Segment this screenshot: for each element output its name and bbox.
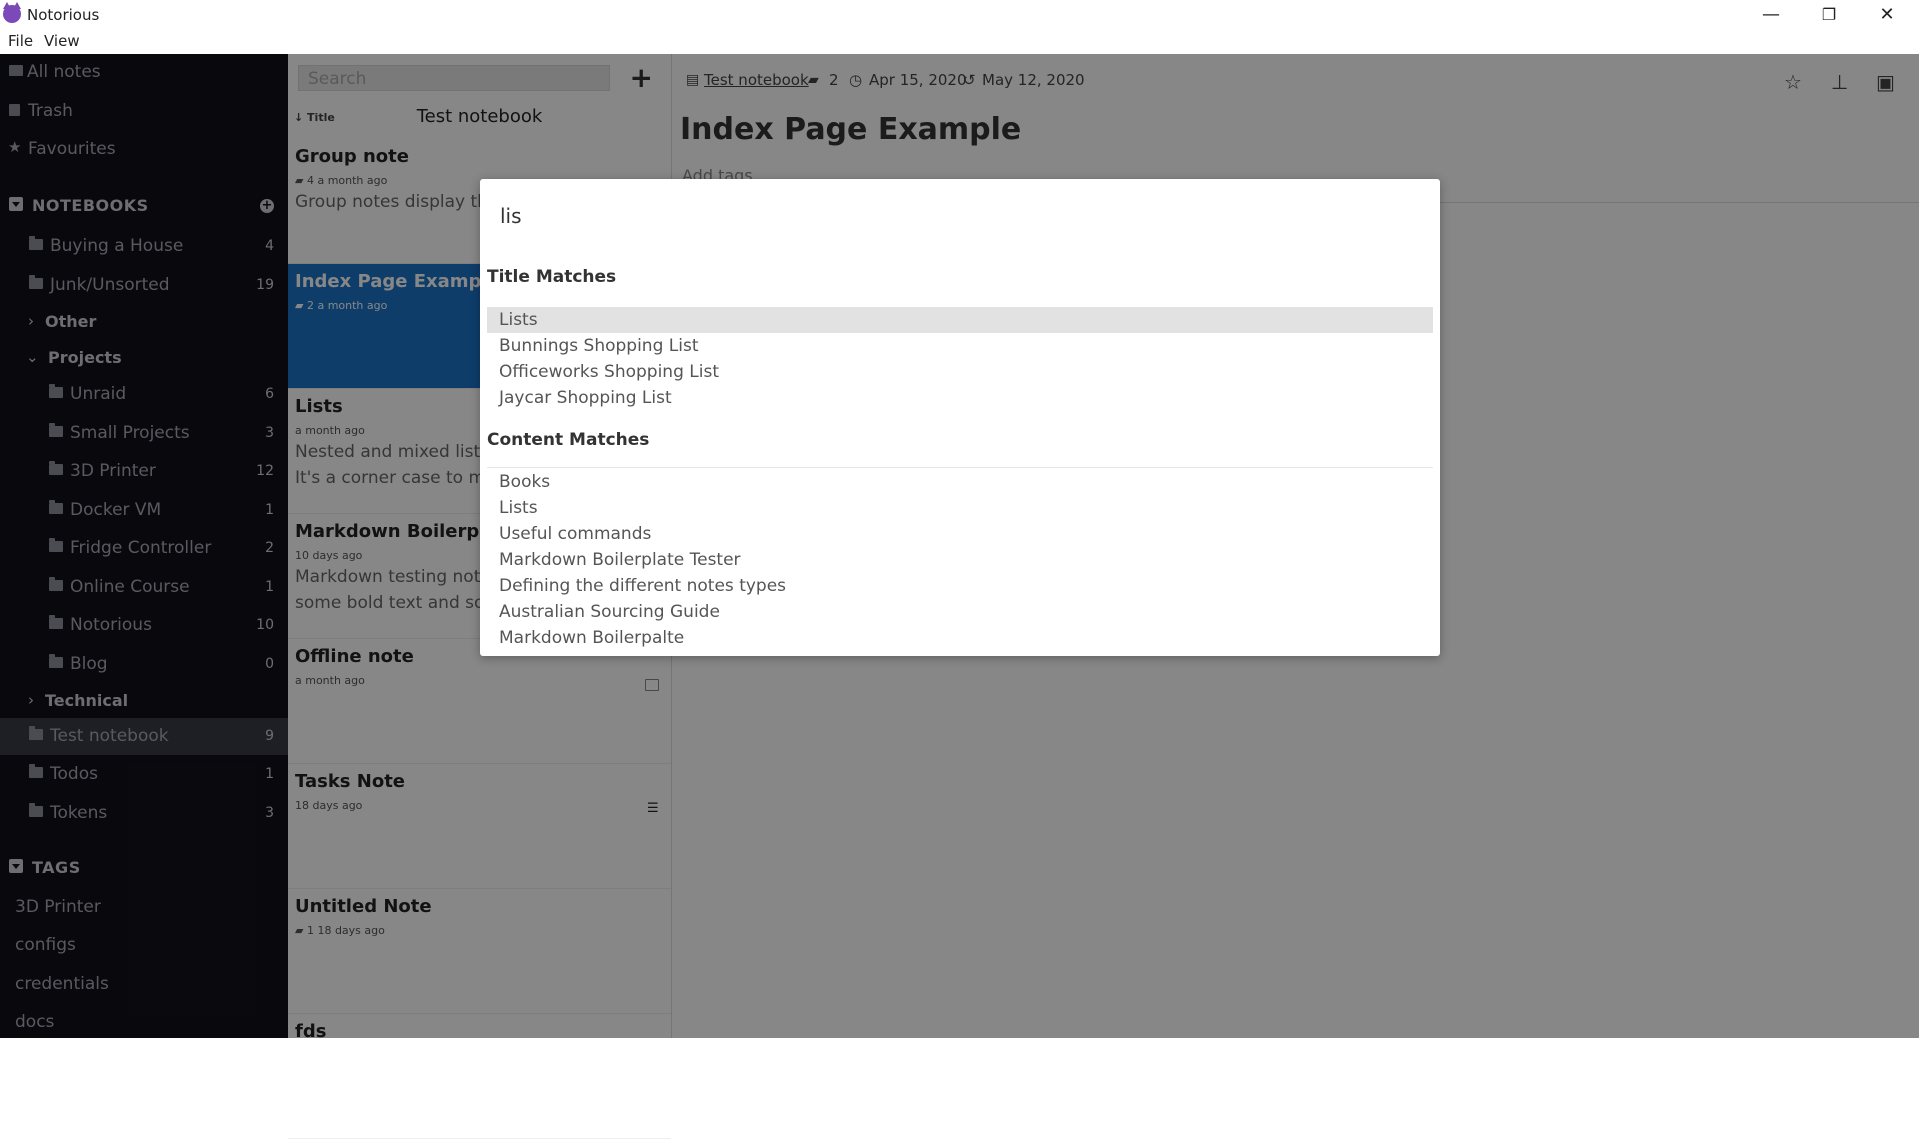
minimize-button[interactable]: —: [1748, 2, 1794, 28]
close-button[interactable]: ✕: [1864, 2, 1910, 28]
menu-bar: File View: [0, 29, 1919, 54]
divider: [487, 467, 1433, 468]
title-bar: Notorious — ❐ ✕: [0, 0, 1919, 29]
search-result-item[interactable]: Markdown Boilerpalte: [487, 625, 1433, 651]
search-result-item[interactable]: Defining the different notes types: [487, 573, 1433, 599]
search-result-item[interactable]: Lists: [487, 307, 1433, 333]
search-result-item[interactable]: Books: [487, 469, 1433, 495]
search-result-item[interactable]: Officeworks Shopping List: [487, 359, 1433, 385]
search-result-item[interactable]: Australian Sourcing Guide: [487, 599, 1433, 625]
app-title: Notorious: [27, 6, 100, 24]
search-result-item[interactable]: Bunnings Shopping List: [487, 333, 1433, 359]
content-matches-heading: Content Matches: [487, 430, 650, 450]
search-result-item[interactable]: Useful commands: [487, 521, 1433, 547]
app-logo-icon: [3, 2, 21, 23]
search-result-item[interactable]: Markdown Boilerplate Tester: [487, 547, 1433, 573]
menu-file[interactable]: File: [8, 32, 33, 50]
quick-search-input[interactable]: lis: [500, 204, 522, 228]
quick-search-modal: lis Title Matches Lists Bunnings Shoppin…: [480, 179, 1440, 656]
menu-view[interactable]: View: [44, 32, 80, 50]
search-result-item[interactable]: Lists: [487, 495, 1433, 521]
search-result-item[interactable]: Jaycar Shopping List: [487, 385, 1433, 411]
title-matches-heading: Title Matches: [487, 267, 617, 287]
maximize-button[interactable]: ❐: [1806, 2, 1852, 28]
